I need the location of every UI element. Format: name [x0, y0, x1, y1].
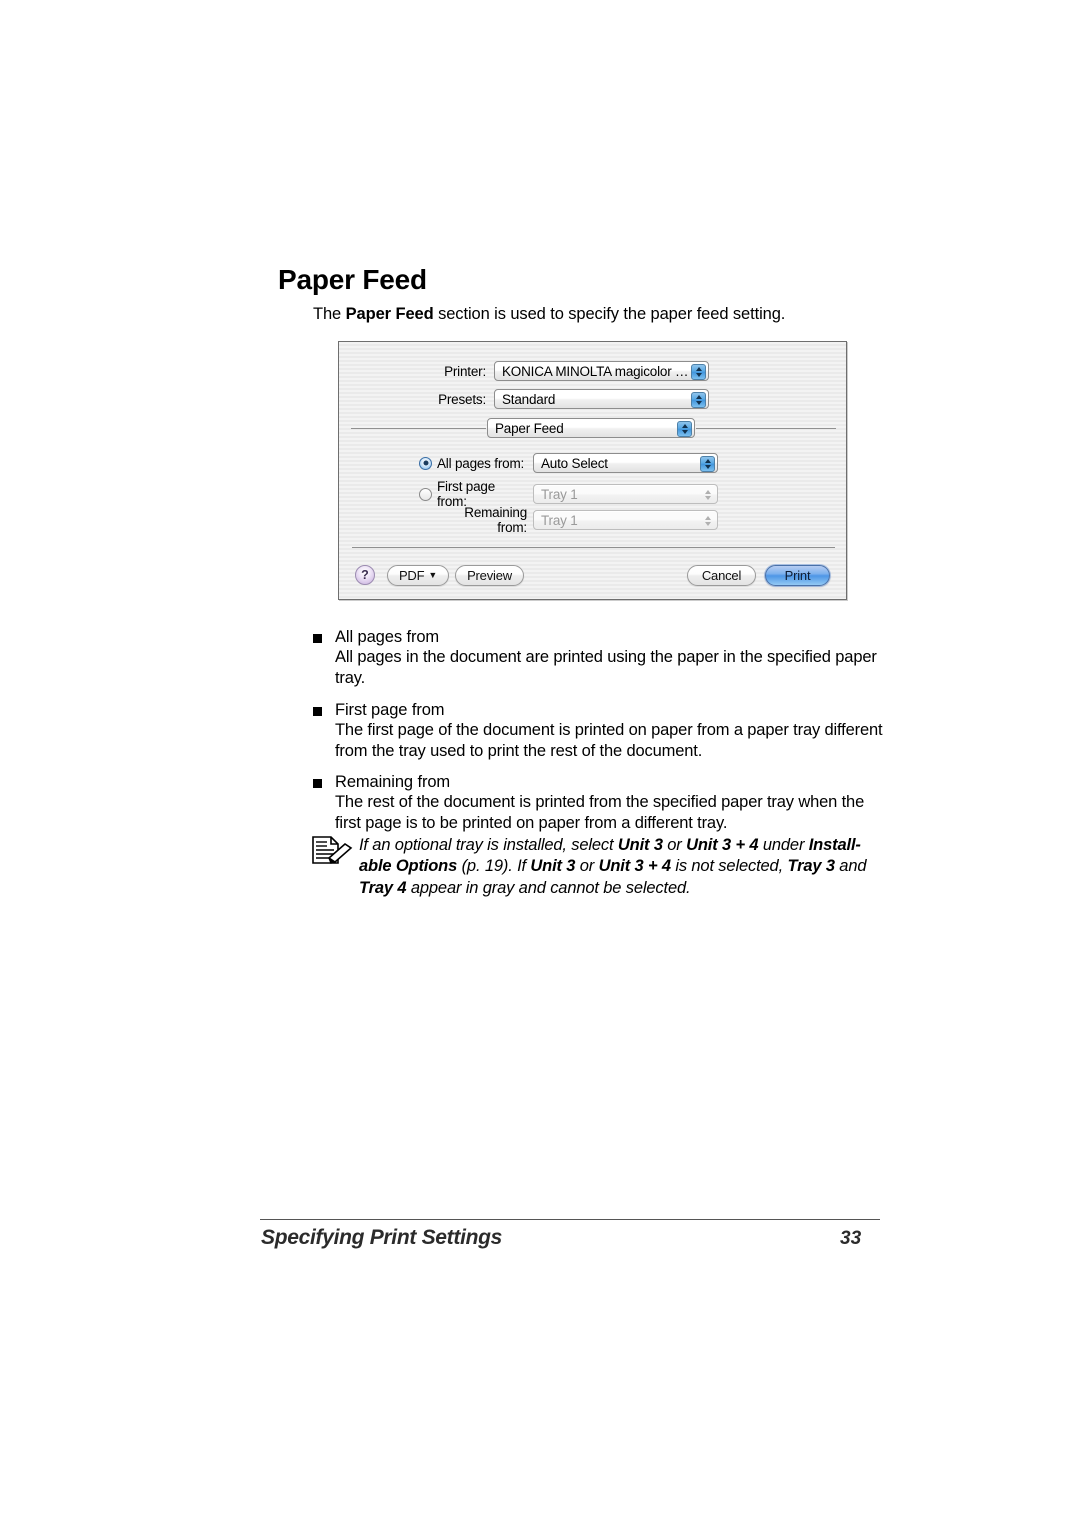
preview-button[interactable]: Preview [455, 565, 524, 586]
document-page: Paper Feed The Paper Feed section is use… [0, 0, 1080, 1528]
printer-popup-value: KONICA MINOLTA magicolor … [502, 363, 689, 379]
all-pages-from-value: Auto Select [541, 455, 608, 471]
printer-label: Printer: [444, 363, 486, 379]
bullet-body-text: All pages in the document are printed us… [335, 648, 877, 688]
note-seg-bold: Unit 3 + 4 [598, 857, 671, 876]
print-button-label: Print [784, 568, 811, 583]
footer-page-number: 33 [840, 1228, 862, 1249]
note-seg: under [758, 836, 809, 854]
note-seg: If an optional tray is installed, select [359, 836, 618, 854]
pane-popup-value: Paper Feed [495, 420, 564, 436]
remaining-from-label: Remaining from: [464, 505, 527, 535]
intro-text-pre: The [313, 305, 346, 323]
first-page-from-popup[interactable]: Tray 1 [533, 484, 718, 504]
list-item: First page from The first page of the do… [313, 701, 883, 763]
print-button[interactable]: Print [765, 565, 830, 586]
pane-popup-paper-feed[interactable]: Paper Feed [487, 418, 695, 438]
square-bullet-icon [313, 706, 322, 716]
bullet-list: All pages from All pages in the document… [313, 628, 883, 846]
presets-label: Presets: [438, 391, 486, 407]
bullet-body-text: The first page of the document is printe… [335, 720, 883, 760]
radio-all-pages-from[interactable] [419, 456, 432, 470]
remaining-from-row: Remaining from: Tray 1 [339, 505, 846, 535]
all-pages-from-row: All pages from: Auto Select [339, 453, 846, 473]
note-callout: If an optional tray is installed, select… [311, 835, 883, 899]
intro-text-post: section is used to specify the paper fee… [433, 305, 786, 323]
cancel-button-label: Cancel [701, 568, 742, 583]
all-pages-from-label: All pages from: [437, 455, 525, 471]
note-seg-bold: Tray 4 [359, 878, 407, 897]
chevron-updown-icon [691, 391, 706, 408]
presets-popup[interactable]: Standard [494, 389, 709, 409]
list-item: All pages from All pages in the document… [313, 628, 883, 690]
print-dialog: Printer: KONICA MINOLTA magicolor … Pres… [338, 341, 847, 600]
note-seg: or [575, 857, 599, 876]
bullet-heading-text: Remaining from [335, 773, 451, 792]
help-button-label: ? [361, 568, 369, 582]
footer-divider [260, 1219, 880, 1220]
help-button[interactable]: ? [355, 565, 375, 585]
all-pages-from-popup[interactable]: Auto Select [533, 453, 718, 473]
intro-paragraph: The Paper Feed section is used to specif… [313, 305, 785, 324]
note-seg-bold: Unit 3 [617, 836, 663, 854]
page-title: Paper Feed [278, 264, 427, 295]
square-bullet-icon [313, 779, 322, 789]
radio-first-page-from[interactable] [419, 487, 432, 501]
note-seg: appear in gray and cannot be selected. [406, 878, 691, 897]
chevron-updown-icon [700, 487, 715, 503]
chevron-down-icon: ▼ [428, 570, 438, 580]
chevron-updown-icon [700, 513, 715, 529]
note-seg: is not selected, [670, 857, 788, 876]
remaining-from-value: Tray 1 [541, 512, 578, 528]
pdf-button-label: PDF [398, 568, 425, 583]
presets-row: Presets: Standard [339, 389, 846, 409]
divider-left [351, 428, 486, 429]
note-seg-bold: Unit 3 [530, 857, 576, 876]
note-seg-bold: Tray 3 [787, 857, 835, 876]
note-text: If an optional tray is installed, select… [359, 835, 883, 899]
cancel-button[interactable]: Cancel [687, 565, 756, 586]
bullet-heading: All pages from [313, 628, 883, 647]
chevron-updown-icon [700, 455, 715, 472]
remaining-from-popup[interactable]: Tray 1 [533, 510, 718, 530]
footer-title: Specifying Print Settings [261, 1226, 503, 1249]
note-seg-bold: Unit 3 + 4 [686, 836, 759, 854]
presets-popup-value: Standard [502, 391, 556, 407]
note-seg: or [662, 836, 687, 854]
intro-text-bold: Paper Feed [345, 305, 434, 323]
square-bullet-icon [313, 634, 322, 643]
bullet-heading: Remaining from [313, 773, 883, 792]
bullet-heading-text: First page from [335, 700, 445, 719]
printer-row: Printer: KONICA MINOLTA magicolor … [339, 361, 846, 381]
preview-button-label: Preview [467, 568, 512, 583]
bullet-heading-text: All pages from [335, 628, 440, 646]
chevron-updown-icon [677, 420, 692, 437]
printer-popup[interactable]: KONICA MINOLTA magicolor … [494, 361, 709, 381]
list-item: Remaining from The rest of the document … [313, 773, 883, 835]
note-seg: and [834, 857, 867, 876]
divider-bottom [352, 547, 835, 548]
bullet-body-text: The rest of the document is printed from… [335, 793, 865, 833]
chevron-updown-icon [691, 363, 706, 380]
memo-note-icon [311, 835, 357, 871]
pdf-button[interactable]: PDF ▼ [387, 565, 449, 586]
bullet-heading: First page from [313, 701, 883, 720]
first-page-from-value: Tray 1 [541, 486, 578, 502]
note-seg: (p. 19). If [457, 857, 531, 876]
divider-right [696, 428, 836, 429]
